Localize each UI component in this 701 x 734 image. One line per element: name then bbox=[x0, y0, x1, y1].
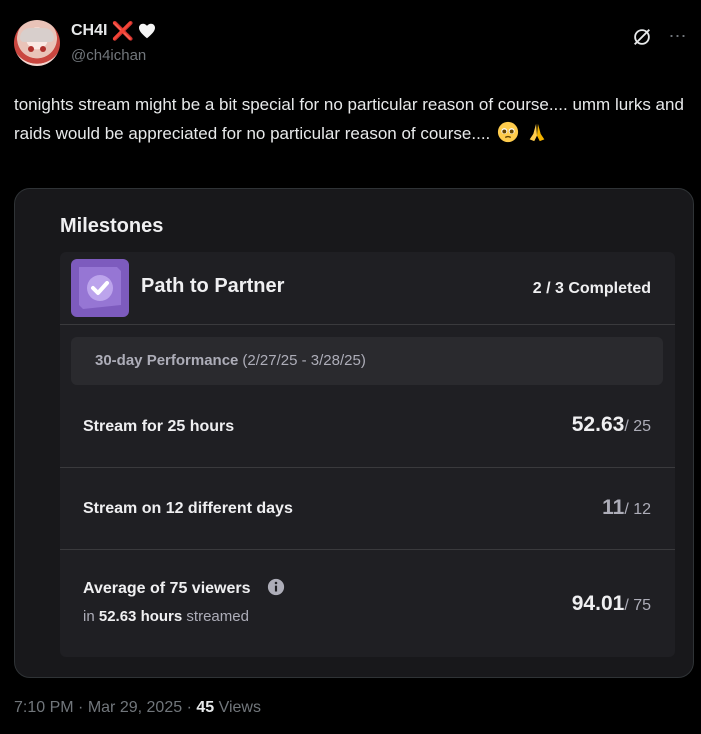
milestone-value: 52.63 bbox=[571, 413, 625, 436]
info-icon bbox=[267, 578, 285, 596]
milestone-row: Average of 75 viewers in 52.63 hours str… bbox=[60, 550, 675, 657]
milestone-progress: 11/ 12 bbox=[602, 496, 651, 520]
milestone-label: Stream on 12 different days bbox=[83, 500, 293, 517]
author-handle[interactable]: @ch4ichan bbox=[71, 47, 146, 64]
milestone-label: Average of 75 viewers bbox=[83, 580, 251, 597]
milestone-value: 94.01 bbox=[571, 592, 625, 615]
path-to-partner-title: Path to Partner bbox=[141, 275, 285, 297]
views-label: Views bbox=[218, 699, 261, 716]
milestone-progress: 52.63/ 25 bbox=[572, 413, 651, 437]
views-count: 45 bbox=[196, 699, 215, 716]
tweet-body: tonights stream might be a bit special f… bbox=[14, 95, 684, 143]
milestone-row: Stream for 25 hours 52.63/ 25 bbox=[60, 389, 675, 468]
completed-count: 2 / 3 Completed bbox=[532, 280, 651, 297]
milestone-target: / 12 bbox=[624, 501, 651, 518]
avatar[interactable] bbox=[14, 20, 60, 66]
performance-label: 30-day Performance bbox=[95, 352, 239, 369]
milestone-value: 11 bbox=[602, 496, 625, 519]
note-hours: 52.63 hours bbox=[98, 608, 183, 625]
post-date[interactable]: Mar 29, 2025 bbox=[88, 699, 182, 716]
note-suffix: streamed bbox=[186, 608, 249, 625]
display-name[interactable]: CH4I bbox=[71, 22, 107, 40]
milestones-title: Milestones bbox=[60, 215, 164, 237]
milestones-card: Path to Partner 2 / 3 Completed 30-day P… bbox=[60, 252, 675, 657]
partner-check-icon bbox=[71, 259, 129, 317]
milestone-row: Stream on 12 different days 11/ 12 bbox=[60, 468, 675, 550]
tweet-footer: 7:10 PM · Mar 29, 2025 · 45 Views bbox=[14, 699, 261, 717]
screenshot-media[interactable]: Milestones Path to Partner 2 / 3 Complet… bbox=[14, 188, 694, 678]
pleading-face-emoji bbox=[497, 121, 519, 143]
more-icon[interactable]: ⋯ bbox=[667, 26, 689, 48]
white-heart-icon bbox=[138, 23, 155, 39]
performance-period: 30-day Performance (2/27/25 - 3/28/25) bbox=[71, 337, 663, 385]
author-name-row[interactable]: CH4I ❌ bbox=[71, 22, 156, 40]
milestone-target: / 25 bbox=[624, 418, 651, 435]
separator: · bbox=[186, 699, 192, 716]
post-time[interactable]: 7:10 PM bbox=[14, 699, 74, 716]
milestone-label-wrap: Average of 75 viewers bbox=[83, 578, 285, 598]
performance-range: (2/27/25 - 3/28/25) bbox=[242, 352, 366, 369]
tweet-text: tonights stream might be a bit special f… bbox=[14, 90, 684, 148]
grok-icon[interactable] bbox=[631, 26, 653, 48]
tweet-header: CH4I ❌ @ch4ichan ⋯ bbox=[14, 20, 689, 70]
milestone-progress: 94.01/ 75 bbox=[572, 592, 651, 616]
folded-hands-emoji bbox=[529, 123, 545, 142]
path-to-partner-header: Path to Partner 2 / 3 Completed bbox=[60, 252, 675, 325]
cross-mark-icon: ❌ bbox=[111, 21, 134, 41]
note-prefix: in bbox=[83, 608, 95, 625]
milestone-target: / 75 bbox=[624, 597, 651, 614]
hours-streamed-note: in 52.63 hours streamed bbox=[83, 608, 249, 625]
separator: · bbox=[78, 699, 84, 716]
milestone-label: Stream for 25 hours bbox=[83, 418, 235, 435]
